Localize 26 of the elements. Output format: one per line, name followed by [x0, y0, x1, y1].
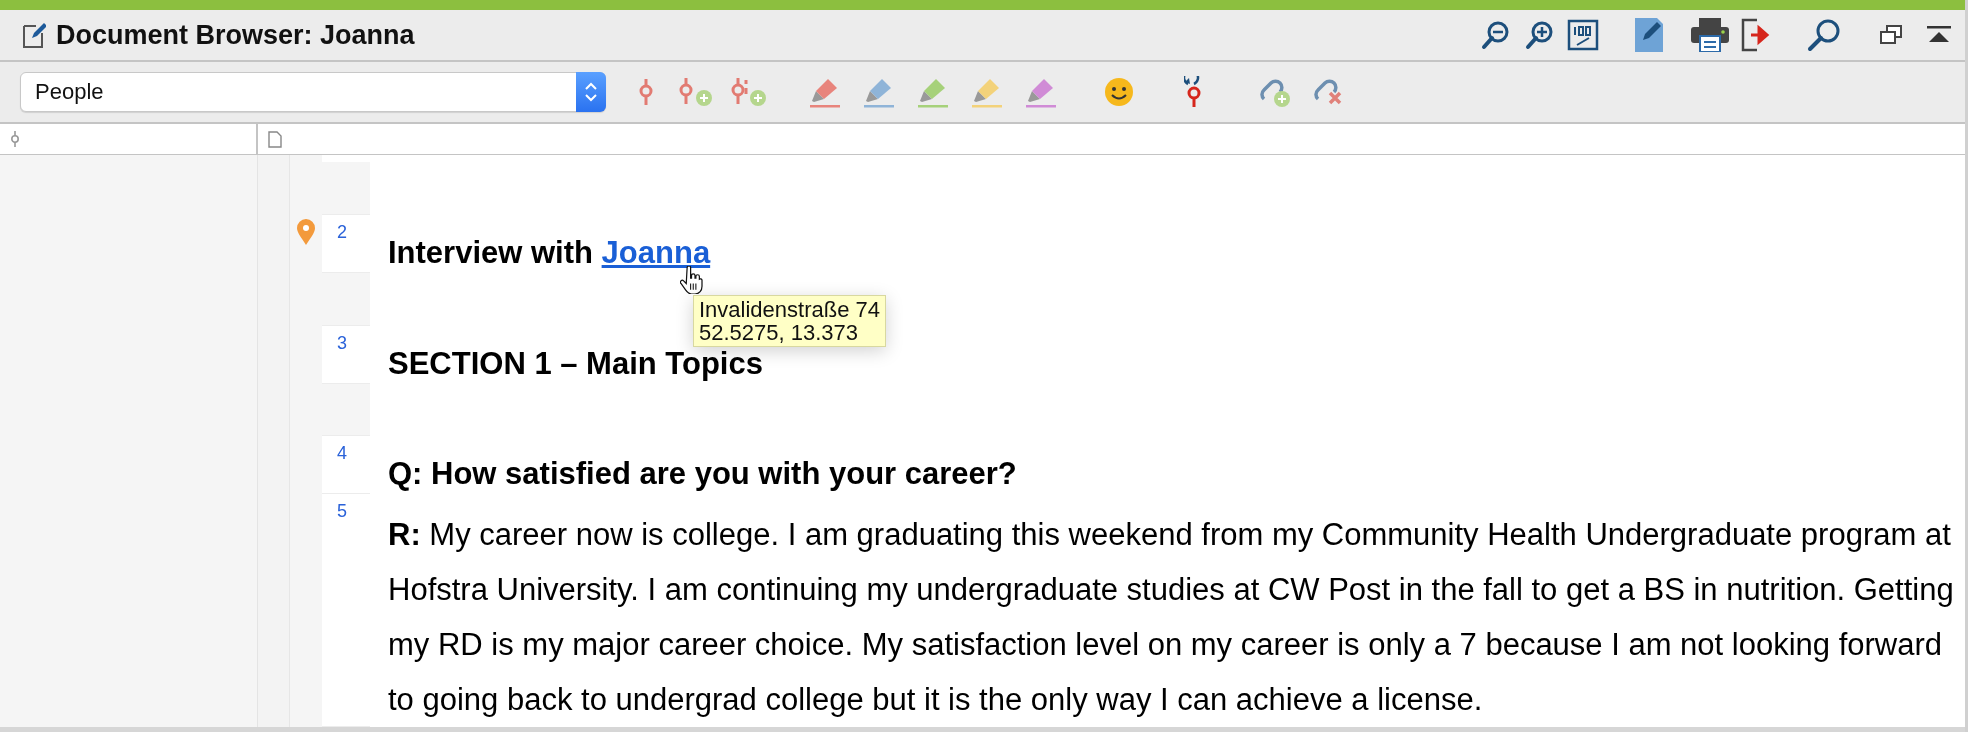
search-icon[interactable] [1807, 18, 1841, 52]
code-selector-dropdown[interactable]: People [20, 72, 606, 112]
location-pin-icon[interactable] [296, 218, 316, 247]
heading-text: Q: How satisfied are you with your career? [388, 455, 1017, 493]
tooltip-text: 52.5275, 13.373 [699, 321, 860, 344]
edit-document-icon [22, 21, 46, 49]
tooltip-text: Invalidenstraße 74 [699, 298, 880, 321]
add-codes-icon[interactable] [730, 76, 768, 108]
code-pin-icon[interactable] [638, 77, 654, 107]
print-icon[interactable] [1691, 18, 1729, 52]
paragraph-text: R: My career now is college. I am graduating this weekend from my Community Health Undergraduate program at Hofstra University. I am continuing my undergraduate studies at CW Post in the fall to get a BS in nutrition. Getting my RD is my major career choice. My satisfaction level on my career is only a 7 because I am not looking forward to going back to undergrad college but it is the only way I can achieve a license. [388, 516, 1955, 719]
window-title: Document Browser: Joanna [56, 19, 415, 51]
export-icon[interactable] [1741, 18, 1771, 52]
heading-text: Interview with [388, 234, 594, 273]
code-column-icon [10, 131, 20, 147]
add-code-icon[interactable] [678, 76, 714, 108]
smiley-icon[interactable] [1104, 77, 1134, 107]
stepper-icon[interactable] [576, 72, 606, 112]
hand-cursor-icon [680, 266, 703, 294]
collapse-icon[interactable] [1927, 26, 1951, 44]
zoom-reset-icon[interactable] [1567, 19, 1599, 51]
heading-text: SECTION 1 – Main Topics [388, 344, 763, 383]
restore-window-icon[interactable] [1879, 24, 1903, 46]
document-column-icon [268, 130, 282, 148]
edit-icon[interactable] [1635, 18, 1663, 52]
person-link[interactable]: Joanna [601, 235, 711, 271]
